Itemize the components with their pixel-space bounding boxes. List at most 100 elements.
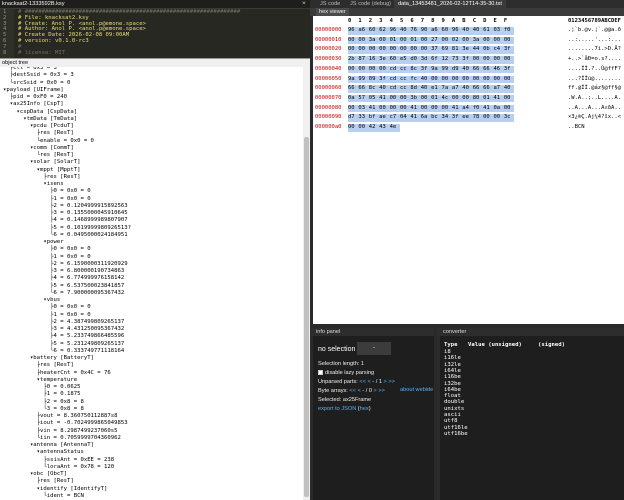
tree-node[interactable]: └srcSsid = 0x0 = 0 (3, 80, 71, 87)
hex-byte[interactable]: bc (431, 114, 442, 122)
hex-byte[interactable]: 99 (358, 75, 369, 84)
hex-byte[interactable]: 00 (348, 104, 359, 113)
hex-byte[interactable]: 7a (441, 85, 452, 93)
hex-byte[interactable]: cd (389, 65, 400, 74)
bytearrays-first-link[interactable]: << (348, 388, 356, 394)
hex-byte[interactable]: 3d (420, 56, 432, 64)
tree-node[interactable]: ├5 = 5.231249809265137 (3, 341, 124, 348)
hex-ascii[interactable]: ........7i.>D.Ä? (568, 46, 621, 54)
hex-ascii[interactable]: ..A...A...A¤ðA.. (568, 105, 621, 113)
tree-node[interactable]: ├vin = 8.2987499237060s5 (3, 428, 118, 435)
hex-byte[interactable]: 01 (389, 36, 400, 45)
hex-byte[interactable]: 96 (348, 27, 359, 35)
hex-byte[interactable]: 96 (389, 27, 400, 35)
hex-byte[interactable]: 00 (420, 36, 432, 45)
tree-node[interactable]: ├res [ResT] (3, 362, 74, 369)
info-panel-title[interactable]: info panel (316, 328, 340, 336)
tree-node[interactable]: ├vout = 8.360750112887s8 (3, 413, 118, 420)
selection-dropdown-button[interactable]: - (357, 342, 391, 355)
hex-byte[interactable]: 8d (410, 85, 421, 93)
tree-node[interactable]: ├3 = 4.431250095367432 (3, 326, 124, 333)
tree-node[interactable]: ├5 = 0.1019999980926513? (3, 225, 131, 232)
hex-byte[interactable]: 00 (503, 75, 515, 84)
hex-byte[interactable]: 00 (483, 36, 494, 45)
hex-byte[interactable]: 3e (462, 46, 473, 54)
hex-byte[interactable]: 00 (451, 75, 463, 84)
hex-byte[interactable]: 3f (503, 46, 515, 54)
hex-byte[interactable]: 00 (399, 36, 411, 45)
hex-byte[interactable]: 00 (441, 36, 452, 45)
hex-ascii[interactable]: ..BCN (568, 124, 585, 132)
hex-byte[interactable]: 60 (441, 27, 452, 35)
lazy-parsing-checkbox[interactable] (318, 370, 323, 376)
hex-byte[interactable]: 00 (420, 104, 432, 113)
hex-byte[interactable]: 8c (368, 85, 380, 93)
tree-node[interactable]: ▾isens (3, 181, 63, 188)
hex-byte[interactable]: 00 (503, 36, 515, 45)
tree-node[interactable]: ▾tmData [TmData] (3, 116, 77, 123)
hex-byte[interactable]: 40 (420, 85, 432, 93)
hex-byte[interactable]: 03 (358, 104, 369, 113)
tree-node[interactable]: ├4 = 6.774999976158142 (3, 275, 124, 282)
hex-byte[interactable]: cd (389, 85, 400, 93)
tree-node[interactable]: ├2 = 6.1590000311920929 (3, 261, 127, 268)
hex-byte[interactable]: 90 (420, 27, 432, 35)
hex-byte[interactable]: 09 (368, 75, 380, 84)
hex-byte[interactable]: 2b (348, 56, 359, 64)
tree-node[interactable]: └3 = 0x8 = 8 (3, 406, 83, 413)
hex-byte[interactable]: 00 (431, 104, 442, 113)
tree-node[interactable]: └iin = 0.7059999704360962 (3, 435, 121, 442)
hex-byte[interactable]: 00 (493, 114, 504, 122)
hex-byte[interactable]: 02 (451, 36, 463, 45)
hex-byte[interactable]: 00 (420, 94, 432, 103)
tree-node[interactable]: ▾mppt [MpptT] (3, 167, 81, 174)
hex-byte[interactable]: a6 (431, 27, 442, 35)
hex-byte[interactable]: 00 (368, 46, 380, 54)
hex-byte[interactable]: 3b (410, 94, 421, 103)
hex-ascii[interactable]: +..>`åÐ=o.s?.... (568, 56, 621, 64)
hex-byte[interactable]: 00 (472, 56, 484, 64)
tree-node[interactable]: ▾cspData [CspData] (3, 109, 77, 116)
hex-byte[interactable]: 3f (462, 56, 473, 64)
hex-byte[interactable]: 66 (358, 85, 369, 93)
hex-byte[interactable]: 44 (472, 46, 484, 54)
hex-byte[interactable]: 00 (389, 46, 400, 54)
tree-node[interactable]: └6 = 0.333749771118164 (3, 348, 124, 355)
tree-node[interactable]: ├destSsid = 0x3 = 3 (3, 72, 74, 79)
code-line[interactable]: 8 # license: MIT (0, 50, 310, 57)
hex-byte[interactable]: d7 (348, 114, 359, 122)
tree-node[interactable]: ├0 = 0x0 = 0 (3, 188, 90, 195)
hex-byte[interactable]: 00 (493, 36, 504, 45)
tree-scrollbar[interactable] (303, 67, 310, 500)
tree-node[interactable]: └loraAnt = 0x78 = 120 (3, 464, 114, 471)
hex-byte[interactable]: 41 (379, 94, 390, 103)
hex-byte[interactable]: 00 (368, 65, 380, 74)
tree-node[interactable]: ├heaterCnt = 0x4C = 76 (3, 370, 111, 377)
hex-byte[interactable]: 40 (399, 27, 411, 35)
tree-node[interactable]: ├1 = 0x0 = 0 (3, 312, 90, 319)
hex-byte[interactable]: 40 (462, 65, 473, 74)
hex-byte[interactable]: 99 (441, 65, 452, 74)
hex-byte[interactable]: 41 (483, 104, 494, 113)
tree-node[interactable]: ├1 = 0x0 = 0 (3, 254, 90, 261)
hex-byte[interactable]: 00 (462, 36, 473, 45)
hex-byte[interactable]: 00 (462, 94, 473, 103)
hex-ascii[interactable]: ...?ÍÌü@........ (568, 76, 621, 84)
hex-byte[interactable]: 60 (389, 56, 400, 64)
hex-byte[interactable]: 0a (493, 104, 504, 113)
hex-ascii[interactable]: ff.@ÍÌ.@áz§@ff§@ (568, 85, 621, 93)
hex-byte[interactable]: 16 (368, 56, 380, 64)
hex-byte[interactable]: 9a (348, 75, 359, 84)
hex-byte[interactable]: 00 (431, 75, 442, 84)
hex-byte[interactable]: c4 (493, 46, 504, 54)
hex-byte[interactable]: 41 (493, 94, 504, 103)
hex-byte[interactable]: 00 (441, 75, 452, 84)
tree-node[interactable]: ├4 = 0.1468999989807907 (3, 217, 127, 224)
hex-byte[interactable]: 00 (441, 104, 452, 113)
hex-byte[interactable]: 40 (420, 75, 432, 84)
object-tree[interactable]: ├ctl = 0x3 = 3 ├destSsid = 0x3 = 3 └srcS… (0, 67, 303, 500)
tree-node[interactable]: ▾obc [ObcT] (3, 471, 67, 478)
hex-byte[interactable]: 00 (389, 104, 400, 113)
export-hex-link[interactable]: hex (360, 406, 369, 412)
tree-node[interactable]: ├0 = 0.0625 (3, 384, 80, 391)
